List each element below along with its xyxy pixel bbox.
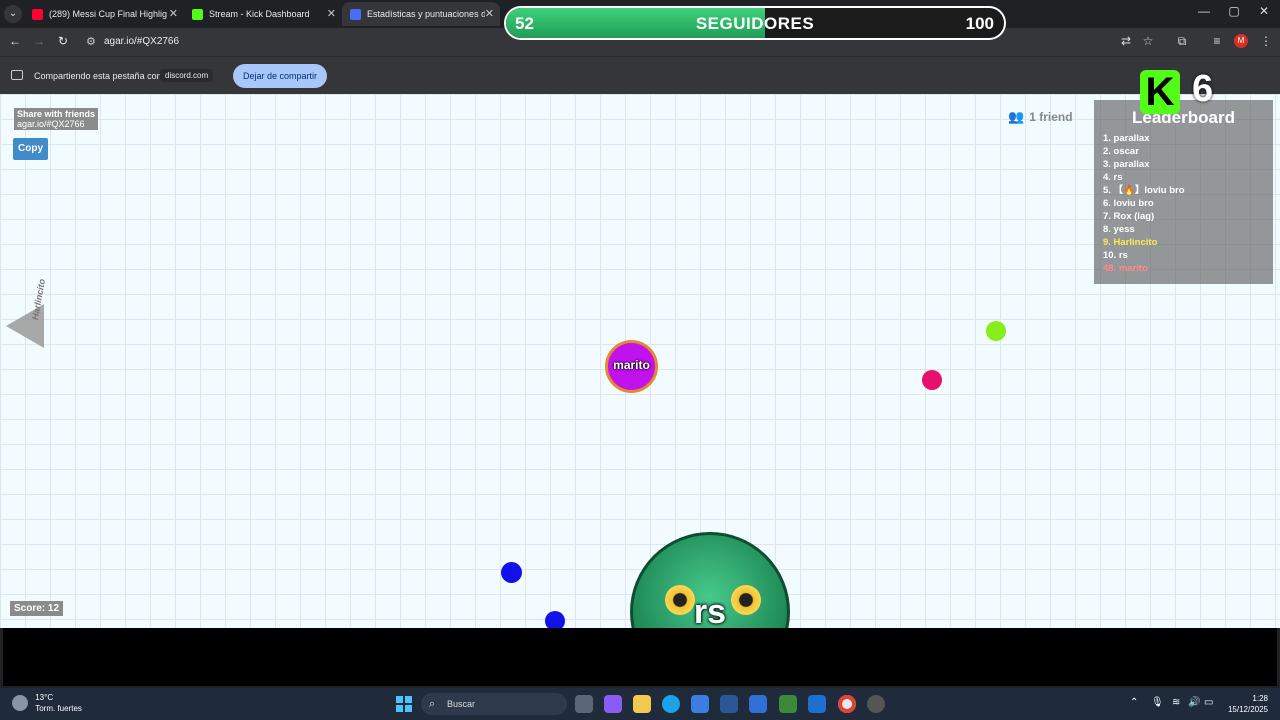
windows-taskbar: 13°C Torm. fuertes ⌕ Buscar ⌃ 🎙 ≋ 🔊 ▭ 1:… <box>0 688 1280 720</box>
close-icon[interactable]: ✕ <box>169 7 178 20</box>
edge-icon[interactable] <box>662 695 680 713</box>
pointer-player-name: Harlincito <box>30 278 48 321</box>
file-explorer-icon[interactable] <box>633 695 651 713</box>
leaderboard-row: 1. parallax <box>1103 133 1150 144</box>
weather-widget[interactable]: 13°C Torm. fuertes <box>12 692 82 714</box>
close-icon[interactable]: ✕ <box>327 7 336 20</box>
leaderboard-row: 8. yess <box>1103 224 1135 235</box>
stats-icon <box>350 8 361 20</box>
tab-title: Stream - Kick Dashboard <box>209 9 310 19</box>
copilot-icon[interactable] <box>604 695 622 713</box>
app-icon[interactable] <box>720 695 738 713</box>
storm-icon <box>12 695 28 711</box>
battery-icon[interactable]: ▭ <box>1204 697 1213 708</box>
search-placeholder: Buscar <box>447 699 476 709</box>
task-view-icon[interactable] <box>575 695 593 713</box>
xbox-icon[interactable] <box>779 695 797 713</box>
kick-badge: K 6 <box>1134 68 1254 118</box>
leaderboard-row: 2. oscar <box>1103 146 1139 157</box>
app-icon[interactable] <box>867 695 885 713</box>
friends-indicator[interactable]: 👥 1 friend <box>1008 109 1073 125</box>
close-icon[interactable]: ✕ <box>485 7 494 20</box>
share-box: Share with friends agar.io/#QX2766 <box>14 108 99 130</box>
url-text[interactable]: agar.io/#QX2766 <box>104 36 179 47</box>
mail-icon[interactable] <box>808 695 826 713</box>
friends-icon: 👥 <box>1008 109 1025 124</box>
notes-icon[interactable] <box>749 695 767 713</box>
kick-logo: K <box>1140 70 1180 114</box>
kick-icon <box>192 8 203 20</box>
followers-label: SEGUIDORES <box>695 14 815 33</box>
youtube-icon <box>32 8 43 20</box>
tab-kick[interactable]: Stream - Kick Dashboard ✕ <box>184 2 342 26</box>
search-icon: ⌕ <box>429 698 436 710</box>
black-overlay-bar <box>3 628 1277 686</box>
volume-icon[interactable]: 🔊 <box>1188 697 1200 708</box>
shared-site: discord.com <box>160 69 214 82</box>
leaderboard-list: 1. parallax 2. oscar 3. parallax 4. rs 5. 【🔥… <box>1103 132 1185 275</box>
leaderboard-row: 7. Rox (lag) <box>1103 211 1155 222</box>
leaderboard-row: 9. Harlincito <box>1103 237 1158 248</box>
chevron-up-icon[interactable]: ⌃ <box>1130 697 1138 708</box>
translate-icon[interactable]: ⇄ <box>1118 34 1134 48</box>
taskbar-search[interactable]: ⌕ Buscar <box>421 693 567 715</box>
tab-sharing-bar: Compartiendo esta pestaña con discord.co… <box>0 56 1280 94</box>
food-pellet <box>501 562 522 583</box>
sharing-text: Compartiendo esta pestaña con <box>34 71 162 81</box>
food-pellet <box>922 370 942 390</box>
player-cell-marito: marito <box>605 340 658 393</box>
back-icon[interactable]: ← <box>6 34 24 48</box>
followers-goal-overlay: 52 SEGUIDORES 100 <box>504 6 1006 40</box>
followers-goal: 100 <box>965 14 994 33</box>
reload-icon[interactable]: ↻ <box>54 34 72 48</box>
leaderboard-row: 10. rs <box>1103 250 1128 261</box>
leaderboard-row: 3. parallax <box>1103 159 1150 170</box>
profile-avatar[interactable]: M <box>1234 34 1248 48</box>
close-window-button[interactable]: ✕ <box>1249 4 1279 18</box>
reading-list-icon[interactable]: ≡ <box>1209 34 1225 48</box>
share-title: Share with friends <box>17 109 96 119</box>
bookmark-star-icon[interactable]: ☆ <box>1140 34 1156 48</box>
weather-temp: 13°C <box>35 693 54 702</box>
enemy-cell-rs: rs <box>630 532 790 628</box>
store-icon[interactable] <box>691 695 709 713</box>
extensions-icon[interactable]: ⧉ <box>1174 34 1190 49</box>
forward-icon[interactable]: → <box>30 34 48 48</box>
site-info-icon[interactable]: ⚙ <box>86 35 96 48</box>
score-display: Score: 12 <box>10 601 64 616</box>
leaderboard: Leaderboard 1. parallax 2. oscar 3. parall… <box>1094 100 1273 284</box>
leaderboard-row: 6. loviu bro <box>1103 198 1154 209</box>
system-clock[interactable]: 1:28 15/12/2025 <box>1222 693 1268 715</box>
share-link: agar.io/#QX2766 <box>17 119 85 129</box>
friends-label: 1 friend <box>1029 110 1073 124</box>
screen-share-icon <box>11 70 23 80</box>
leaderboard-row: 4. rs <box>1103 172 1123 183</box>
chevron-down-icon[interactable]: ⌄ <box>4 5 22 23</box>
tab-title: Estadísticas y puntuaciones de <box>367 9 485 19</box>
menu-icon[interactable]: ⋮ <box>1258 34 1274 48</box>
leaderboard-row: 48. marito <box>1103 263 1148 274</box>
food-pellet <box>545 611 565 628</box>
maximize-button[interactable]: ▢ <box>1219 4 1249 18</box>
tab-title: (289) Messi Cup Final Highlights <box>49 9 167 19</box>
microphone-icon[interactable]: 🎙 <box>1151 697 1164 708</box>
stop-sharing-button[interactable]: Dejar de compartir <box>233 64 328 88</box>
food-pellet <box>986 321 1006 341</box>
cell-name: marito <box>613 358 650 372</box>
tab-stats[interactable]: Estadísticas y puntuaciones de ✕ <box>342 2 500 26</box>
leaderboard-row: 5. 【🔥】loviu bro <box>1103 185 1185 196</box>
game-canvas[interactable]: Share with friends agar.io/#QX2766 Copy … <box>0 94 1280 628</box>
copy-button[interactable]: Copy <box>13 138 48 160</box>
tab-youtube[interactable]: (289) Messi Cup Final Highlights ✕ <box>24 2 184 26</box>
cell-name: rs <box>693 593 727 628</box>
clock-date: 15/12/2025 <box>1227 705 1268 714</box>
minimize-button[interactable]: — <box>1189 4 1219 18</box>
kick-count: 6 <box>1192 68 1214 110</box>
chrome-icon[interactable] <box>838 695 856 713</box>
weather-desc: Torm. fuertes <box>35 704 82 713</box>
wifi-icon[interactable]: ≋ <box>1172 697 1180 708</box>
windows-start-icon[interactable] <box>396 696 412 712</box>
clock-time: 1:28 <box>1252 694 1268 703</box>
